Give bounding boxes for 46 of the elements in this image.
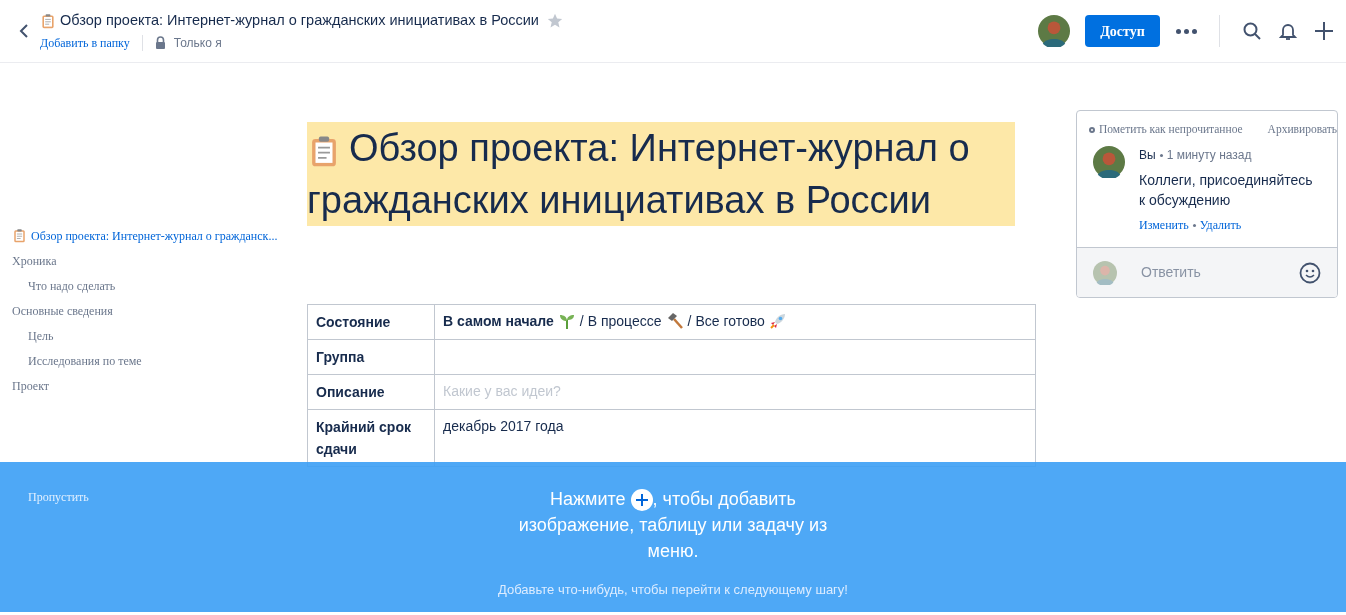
table-cell: Состояние (307, 304, 435, 340)
plus-icon[interactable] (1314, 21, 1334, 41)
chevron-left-icon (19, 23, 29, 39)
table-cell: Группа (307, 339, 435, 375)
status-option[interactable]: Все готово (695, 311, 765, 331)
mark-unread-link[interactable]: Пометить как непрочитанное (1099, 121, 1243, 139)
table-cell: Описание (307, 374, 435, 410)
bell-icon[interactable] (1278, 21, 1298, 41)
toc-item[interactable]: Проект (12, 373, 295, 398)
toc-item[interactable]: Что надо сделать (12, 273, 295, 298)
comment-text: Коллеги, присоединяйтесь к обсуждению (1139, 171, 1314, 211)
edit-link[interactable]: Изменить (1139, 216, 1189, 235)
avatar (1093, 146, 1125, 179)
onboarding-message: Нажмите , чтобы добавить изображение, таблицу или задачу из меню. (517, 488, 829, 563)
share-button[interactable]: Доступ (1085, 15, 1160, 47)
page-title: Обзор проекта: Интернет-журнал о гражданских инициативах в России (60, 11, 539, 31)
lock-icon (154, 36, 166, 50)
toc-item[interactable]: Исследования по теме (12, 348, 295, 373)
toc-item[interactable]: Обзор проекта: Интернет-журнал о гражданск... (12, 223, 295, 248)
plus-icon (635, 494, 648, 507)
star-icon[interactable] (546, 13, 563, 29)
avatar (1093, 260, 1117, 285)
avatar (1038, 15, 1070, 47)
sprout-icon (557, 312, 576, 330)
separator: / (579, 312, 584, 331)
delete-link[interactable]: Удалить (1199, 216, 1242, 235)
clipboard-icon (12, 228, 27, 243)
reply-field[interactable]: Ответить (1141, 262, 1201, 283)
archive-link[interactable]: Архивировать (1267, 121, 1337, 139)
onboarding-hint: Добавьте что-нибудь, чтобы перейти к следующему шагу! (498, 581, 848, 599)
clipboard-icon (40, 13, 56, 29)
status-option[interactable]: В процессе (587, 311, 662, 331)
add-to-folder-link[interactable]: Добавить в папку (40, 33, 130, 52)
document-title: Обзор проекта: Интернет-журнал о гражданских инициативах в России (307, 122, 1015, 226)
comment-author: Вы (1139, 147, 1156, 165)
comment-time: 1 минуту назад (1166, 147, 1252, 165)
toc-item[interactable]: Основные сведения (12, 298, 295, 323)
rocket-icon (768, 312, 787, 330)
separator: / (687, 312, 692, 331)
status-option[interactable]: В самом начале (443, 311, 554, 331)
toc-item[interactable]: Хроника (12, 248, 295, 273)
visibility-label: Только я (173, 34, 222, 52)
emoji-icon[interactable] (1299, 261, 1321, 284)
toc-item[interactable]: Цель (12, 323, 295, 348)
search-icon[interactable] (1242, 21, 1262, 41)
table-cell: Какие у вас идеи? (434, 374, 1036, 410)
